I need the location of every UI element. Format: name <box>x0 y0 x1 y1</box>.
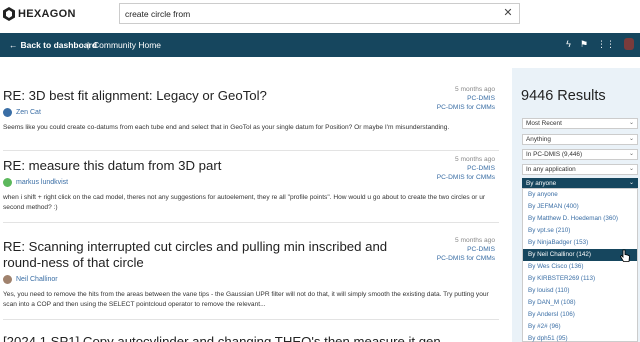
close-icon[interactable]: ✕ <box>502 7 514 19</box>
application-select-value: In any application <box>526 166 576 173</box>
navbar: ← Back to dashboard | Community Home ϟ ⚑… <box>0 33 640 57</box>
result-excerpt: Seems like you could create co-datums fr… <box>3 124 450 131</box>
avatar <box>3 178 12 187</box>
result-author: Neil Challinor <box>3 275 499 284</box>
type-select[interactable]: Anything ⌄ <box>522 134 638 145</box>
search-box: ✕ <box>119 3 520 24</box>
result-meta: 5 months ago PC-DMIS PC-DMIS for CMMs <box>437 85 495 112</box>
hand-cursor-icon <box>619 249 630 262</box>
dropdown-option[interactable]: By AndersI (106) <box>523 309 637 321</box>
grid-icon[interactable]: ⋮⋮ <box>597 37 615 51</box>
tag-link[interactable]: PC-DMIS <box>437 164 495 173</box>
result-meta: 5 months ago PC-DMIS PC-DMIS for CMMs <box>437 236 495 263</box>
dropdown-option[interactable]: By dph51 (95) <box>523 333 637 342</box>
author-name[interactable]: Zen Cat <box>16 109 41 116</box>
arrow-left-icon: ← <box>9 40 18 50</box>
divider <box>3 319 499 320</box>
avatar[interactable] <box>624 38 634 50</box>
dropdown-option[interactable]: By DAN_M (108) <box>523 297 637 309</box>
chevron-down-icon: ⌄ <box>628 136 634 142</box>
tag-link[interactable]: PC-DMIS <box>437 245 495 254</box>
author-select-value: By anyone <box>526 180 557 187</box>
result-age: 5 months ago <box>455 86 495 93</box>
divider <box>3 222 499 223</box>
bolt-icon[interactable]: ϟ <box>566 37 571 51</box>
result-title[interactable]: [2024.1 SP1] Copy autocylinder and chang… <box>3 334 499 342</box>
result-age: 5 months ago <box>455 237 495 244</box>
author-name[interactable]: Neil Challinor <box>16 276 58 283</box>
sort-select[interactable]: Most Recent ⌄ <box>522 118 638 129</box>
logo-text: HEXAGON <box>18 8 76 20</box>
dropdown-option[interactable]: By louisd (110) <box>523 285 637 297</box>
result-title[interactable]: RE: measure this datum from 3D part <box>3 158 499 174</box>
chevron-down-icon: ⌄ <box>628 151 634 157</box>
community-home-link[interactable]: Community Home <box>93 40 161 50</box>
results-count: 9446 Results <box>521 88 606 104</box>
author-dropdown-list: By anyone By JEFMAN (400) By Matthew D. … <box>522 188 638 342</box>
list-item: [2024.1 SP1] Copy autocylinder and chang… <box>3 334 499 342</box>
result-excerpt: when i shift + right click on the cad mo… <box>3 194 486 211</box>
result-author: markus lundkvist <box>3 178 499 187</box>
chevron-down-icon: ⌄ <box>628 166 634 172</box>
list-item: RE: measure this datum from 3D part mark… <box>3 155 499 213</box>
tag-link[interactable]: PC-DMIS <box>437 94 495 103</box>
top-header: HEXAGON ✕ <box>0 0 640 32</box>
hexagon-logo-icon <box>3 7 15 21</box>
author-name[interactable]: markus lundkvist <box>16 179 68 186</box>
dropdown-option[interactable]: By JEFMAN (400) <box>523 201 637 213</box>
tag-link[interactable]: PC-DMIS for CMMs <box>437 103 495 112</box>
dropdown-option[interactable]: By Matthew D. Hoedeman (360) <box>523 213 637 225</box>
avatar <box>3 108 12 117</box>
type-select-value: Anything <box>526 136 551 143</box>
application-select[interactable]: In any application ⌄ <box>522 164 638 175</box>
divider <box>3 150 499 151</box>
result-age: 5 months ago <box>455 156 495 163</box>
result-title[interactable]: RE: 3D best fit alignment: Legacy or Geo… <box>3 88 499 104</box>
dropdown-option[interactable]: By NinjaBadger (153) <box>523 237 637 249</box>
dropdown-option[interactable]: By #2# (96) <box>523 321 637 333</box>
back-to-dashboard-link[interactable]: ← Back to dashboard <box>9 40 97 50</box>
back-label: Back to dashboard <box>20 40 98 50</box>
chevron-down-icon: ⌄ <box>628 120 634 126</box>
list-item: RE: 3D best fit alignment: Legacy or Geo… <box>3 85 499 133</box>
avatar <box>3 275 12 284</box>
result-meta: 5 months ago PC-DMIS PC-DMIS for CMMs <box>437 155 495 182</box>
result-excerpt: Yes, you need to remove the hits from th… <box>3 291 489 308</box>
tag-link[interactable]: PC-DMIS for CMMs <box>437 254 495 263</box>
result-author: Zen Cat <box>3 108 499 117</box>
group-select-value: In PC-DMIS (9,446) <box>526 151 583 158</box>
tag-link[interactable]: PC-DMIS for CMMs <box>437 173 495 182</box>
sort-select-value: Most Recent <box>526 120 562 127</box>
navbar-icons: ϟ ⚑ ⋮⋮ <box>566 37 634 51</box>
flag-icon[interactable]: ⚑ <box>580 37 588 51</box>
dropdown-option[interactable]: By KIRBSTER269 (113) <box>523 273 637 285</box>
group-select[interactable]: In PC-DMIS (9,446) ⌄ <box>522 149 638 160</box>
dropdown-option[interactable]: By vpt.se (210) <box>523 225 637 237</box>
breadcrumb-separator: | <box>87 40 90 50</box>
list-item: RE: Scanning interrupted cut circles and… <box>3 236 499 310</box>
dropdown-option[interactable]: By anyone <box>523 189 637 201</box>
chevron-down-icon: ⌄ <box>628 180 634 186</box>
search-input[interactable] <box>120 4 490 24</box>
results-list: RE: 3D best fit alignment: Legacy or Geo… <box>0 68 512 342</box>
hexagon-logo[interactable]: HEXAGON <box>3 7 76 21</box>
result-title[interactable]: RE: Scanning interrupted cut circles and… <box>3 239 413 271</box>
filter-panel: 9446 Results Most Recent ⌄ Anything ⌄ In… <box>512 68 640 342</box>
